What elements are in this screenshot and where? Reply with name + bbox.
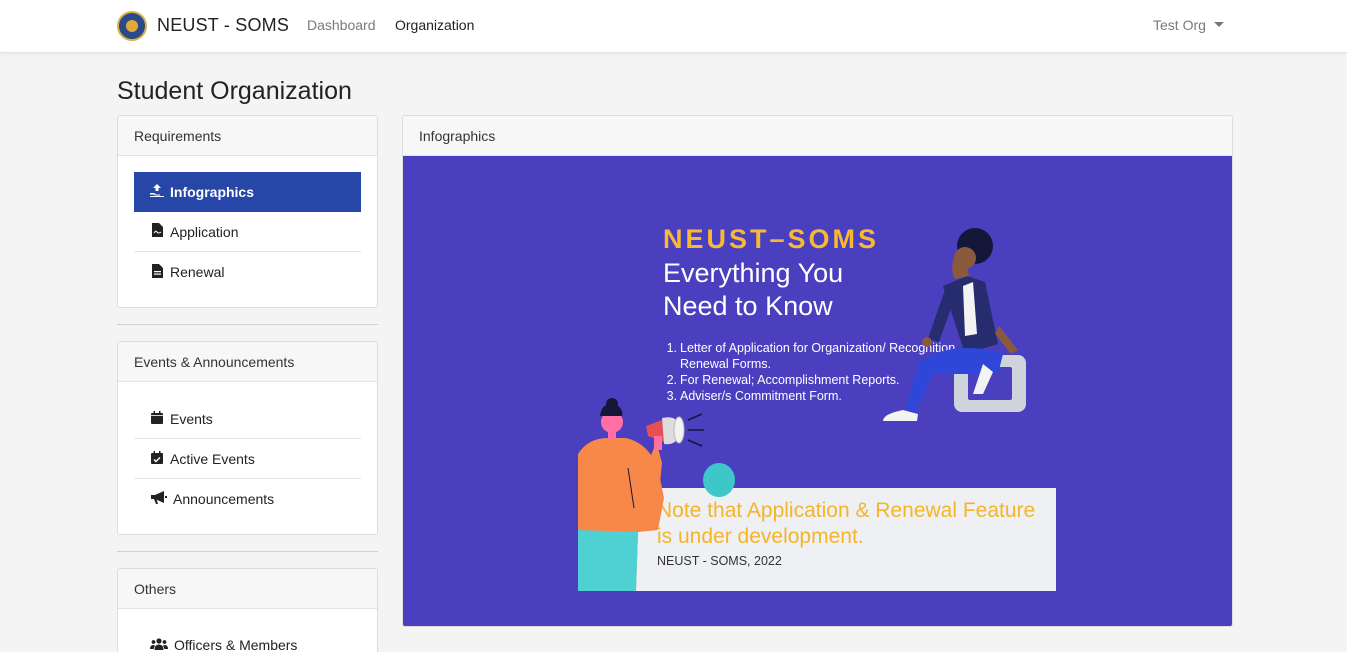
caret-down-icon xyxy=(1213,22,1224,27)
development-note: Note that Application & Renewal Feature … xyxy=(657,499,1036,548)
menu-item-infographics[interactable]: Infographics xyxy=(134,172,361,212)
menu-item-events[interactable]: Events xyxy=(134,399,361,439)
menu-item-label: Application xyxy=(170,223,239,240)
infographics-header: Infographics xyxy=(403,116,1232,156)
file-text-icon xyxy=(150,263,164,281)
events-card: Events & Announcements Events Active Eve… xyxy=(117,341,378,535)
menu-item-label: Active Events xyxy=(170,450,255,467)
menu-item-officers-members[interactable]: Officers & Members xyxy=(134,625,361,652)
menu-item-label: Officers & Members xyxy=(174,637,298,652)
bullhorn-icon xyxy=(150,491,167,507)
sitting-person-illustration xyxy=(883,228,1026,421)
hand-holding-up-arrow-icon xyxy=(150,184,164,200)
sidebar-divider xyxy=(117,324,378,325)
page-title: Student Organization xyxy=(117,77,352,105)
users-icon xyxy=(150,637,168,652)
file-signature-icon xyxy=(150,223,164,240)
others-card: Others Officers & Members xyxy=(117,568,378,652)
events-header: Events & Announcements xyxy=(118,342,377,382)
seal-logo-icon[interactable] xyxy=(117,11,147,41)
infographic-poster: NEUST–SOMS Everything You Need to Know 1… xyxy=(403,156,1232,626)
menu-item-active-events[interactable]: Active Events xyxy=(134,439,361,479)
megaphone-woman-illustration xyxy=(578,398,704,591)
poster-brand-title: NEUST–SOMS xyxy=(663,224,880,254)
user-dropdown[interactable]: Test Org xyxy=(1153,17,1224,33)
menu-item-label: Announcements xyxy=(173,491,275,507)
user-name: Test Org xyxy=(1153,17,1206,33)
nav-dashboard[interactable]: Dashboard xyxy=(307,17,376,33)
menu-item-label: Infographics xyxy=(170,184,255,200)
calendar-check-icon xyxy=(150,450,164,467)
requirements-card: Requirements Infographics Application Re… xyxy=(117,115,378,308)
menu-item-announcements[interactable]: Announcements xyxy=(134,479,361,519)
sidebar-divider xyxy=(117,551,378,552)
brand-title[interactable]: NEUST - SOMS xyxy=(157,15,289,36)
infographics-card: Infographics NEUST–SOMS Everything You N… xyxy=(402,115,1233,627)
requirements-header: Requirements xyxy=(118,116,377,156)
top-navbar: NEUST - SOMS Dashboard Organization Test… xyxy=(0,0,1347,53)
menu-item-label: Renewal xyxy=(170,264,225,280)
menu-item-application[interactable]: Application xyxy=(134,212,361,252)
others-header: Others xyxy=(118,569,377,609)
menu-item-renewal[interactable]: Renewal xyxy=(134,252,361,292)
nav-organization[interactable]: Organization xyxy=(395,17,474,33)
menu-item-label: Events xyxy=(170,410,213,427)
calendar-icon xyxy=(150,410,164,427)
